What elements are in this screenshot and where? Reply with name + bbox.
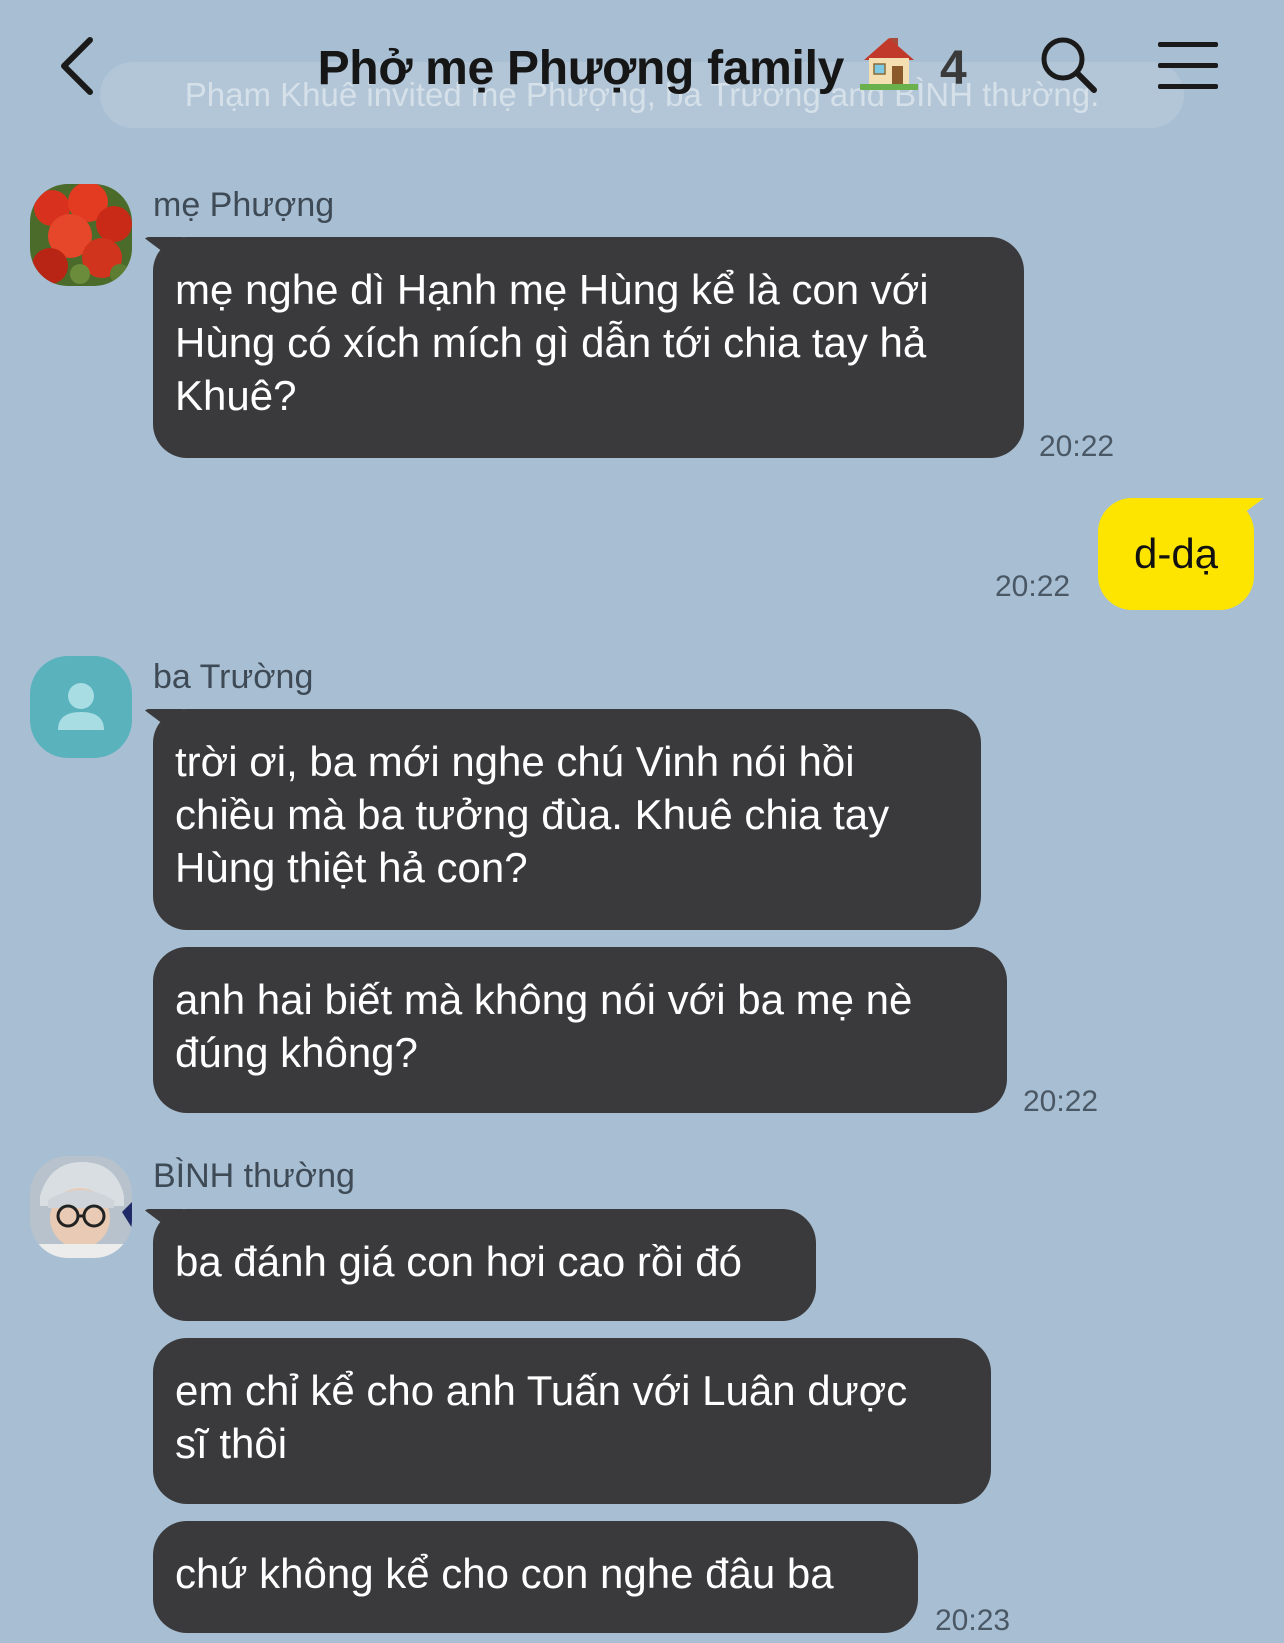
avatar-me-phuong[interactable] <box>30 184 132 286</box>
chat-title-text: Phở mẹ Phượng family <box>317 42 845 95</box>
message-bubble[interactable]: chứ không kể cho con nghe đâu ba <box>153 1521 918 1633</box>
menu-button[interactable] <box>1156 38 1220 94</box>
person-photo-icon <box>30 1156 132 1258</box>
message-time: 20:23 <box>935 1604 1011 1637</box>
avatar-ba-truong[interactable] <box>30 656 132 758</box>
message-bubble[interactable]: em chỉ kể cho anh Tuấn với Luân dược sĩ … <box>153 1338 991 1504</box>
house-icon <box>860 38 919 90</box>
search-icon <box>1041 37 1097 93</box>
default-person-icon <box>58 683 104 730</box>
message-time: 20:22 <box>995 570 1071 603</box>
avatar-binh-thuong[interactable] <box>30 1156 132 1258</box>
search-button[interactable] <box>1036 32 1100 96</box>
hamburger-menu-icon <box>1158 42 1218 89</box>
member-count: 4 <box>940 42 967 95</box>
sender-name: mẹ Phượng <box>153 186 335 224</box>
flower-photo-icon <box>30 184 132 286</box>
message-bubble[interactable]: anh hai biết mà không nói với ba mẹ nè đ… <box>153 947 1007 1113</box>
chat-header: Phạm Khuê invited mẹ Phượng, ba Trường a… <box>0 0 1284 140</box>
message-bubble[interactable]: mẹ nghe dì Hạnh mẹ Hùng kể là con với Hù… <box>153 237 1024 458</box>
my-message-bubble[interactable]: d-dạ <box>1098 498 1254 610</box>
message-bubble[interactable]: trời ơi, ba mới nghe chú Vinh nói hồi ch… <box>153 709 981 930</box>
chat-title[interactable]: Phở mẹ Phượng family 4 <box>318 34 967 96</box>
sender-name: BÌNH thường <box>153 1157 355 1195</box>
message-time: 20:22 <box>1023 1085 1099 1118</box>
back-button[interactable] <box>50 30 110 100</box>
chevron-left-icon <box>61 37 93 95</box>
sender-name: ba Trường <box>153 658 314 696</box>
message-bubble[interactable]: ba đánh giá con hơi cao rồi đó <box>153 1209 816 1321</box>
message-time: 20:22 <box>1039 430 1115 463</box>
